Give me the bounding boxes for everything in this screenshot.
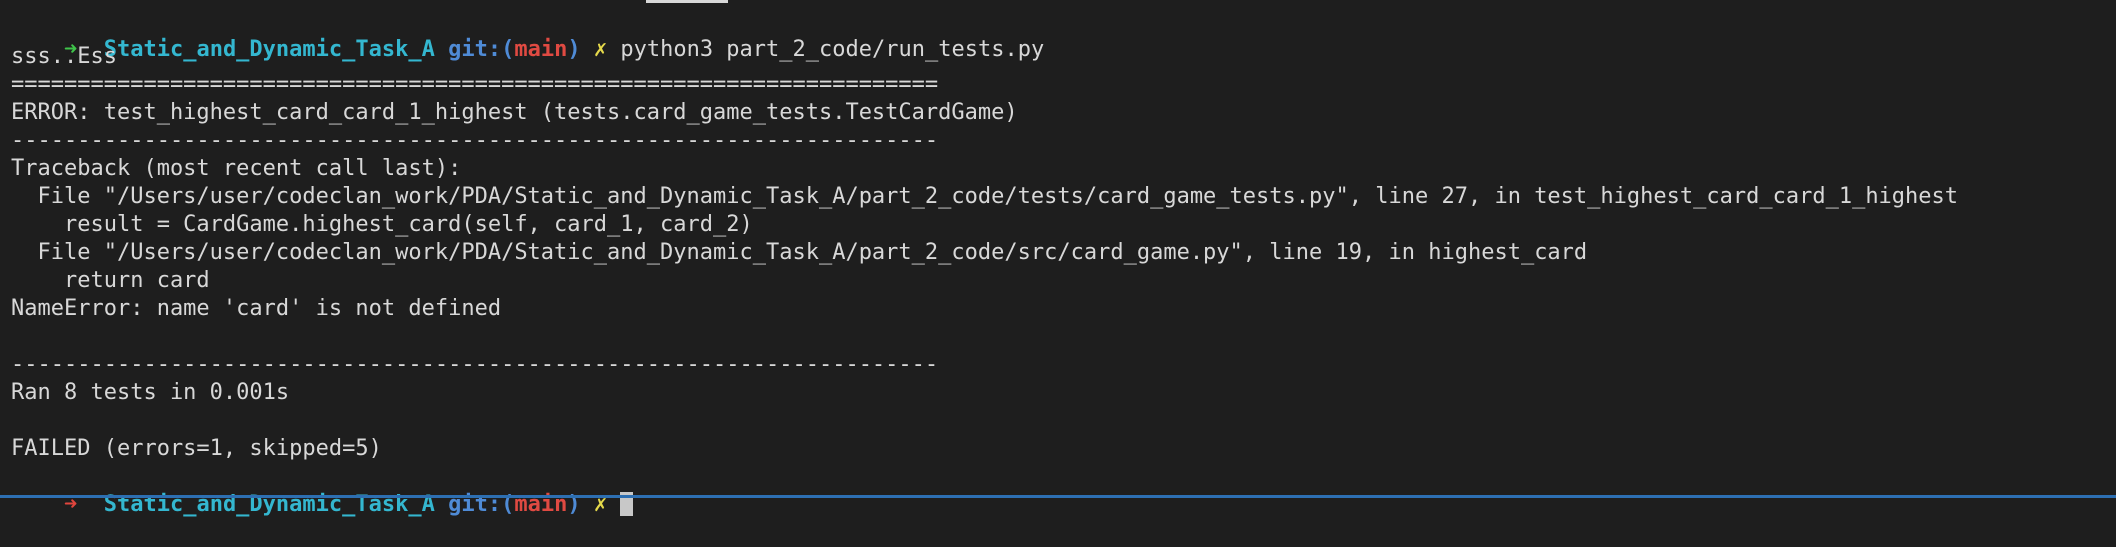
test-summary: Ran 8 tests in 0.001s	[11, 380, 290, 405]
dash-separator: ----------------------------------------…	[11, 352, 939, 377]
traceback-file-line: File "/Users/user/codeclan_work/PDA/Stat…	[11, 240, 1588, 265]
dash-separator: ----------------------------------------…	[11, 128, 939, 153]
git-close: )	[567, 37, 581, 62]
error-title: ERROR: test_highest_card_card_1_highest …	[11, 100, 1018, 125]
traceback-heading: Traceback (most recent call last):	[11, 156, 462, 181]
error-separator: ========================================…	[11, 72, 939, 97]
git-branch: main	[514, 37, 568, 62]
traceback-code-line: result = CardGame.highest_card(self, car…	[11, 212, 753, 237]
selection-bar	[646, 0, 728, 3]
traceback-code-line: return card	[11, 268, 210, 293]
terminal-window[interactable]: ➜ Static_and_Dynamic_Task_A git:(main) ✗…	[0, 0, 2116, 517]
git-dirty-icon: ✗	[593, 37, 608, 62]
traceback-file-line: File "/Users/user/codeclan_work/PDA/Stat…	[11, 184, 1959, 209]
test-progress: sss..Ess	[11, 44, 117, 69]
git-label: git:(	[448, 37, 515, 62]
active-prompt-line[interactable]: ➜ Static_and_Dynamic_Task_A git:(main) ✗	[11, 463, 634, 517]
command-text: python3 part_2_code/run_tests.py	[620, 37, 1045, 62]
exception-message: NameError: name 'card' is not defined	[11, 296, 502, 321]
prompt-line: ➜ Static_and_Dynamic_Task_A git:(main) ✗…	[11, 8, 1044, 62]
test-result: FAILED (errors=1, skipped=5)	[11, 436, 382, 461]
prompt-directory: Static_and_Dynamic_Task_A	[103, 37, 435, 62]
